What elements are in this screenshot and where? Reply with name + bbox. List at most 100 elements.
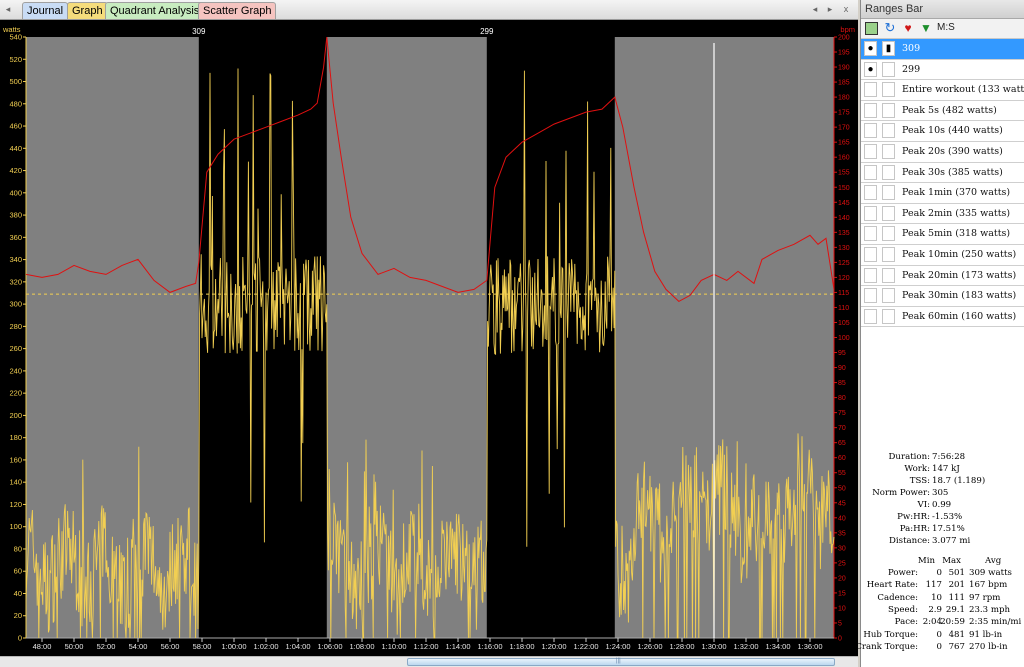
- visibility-eye-icon[interactable]: ●: [864, 61, 877, 77]
- visibility-eye-icon[interactable]: [864, 267, 877, 283]
- hr-tick-label: 125: [838, 260, 850, 267]
- close-tab-icon[interactable]: x: [840, 3, 852, 16]
- visibility-eye-icon[interactable]: [864, 226, 877, 242]
- range-row[interactable]: Peak 10s (440 watts): [861, 121, 1024, 142]
- power-tick-label: 300: [9, 300, 22, 309]
- hr-tick-label: 105: [838, 320, 850, 327]
- arrow-down-icon[interactable]: ▼: [919, 21, 933, 35]
- visibility-eye-icon[interactable]: [864, 205, 877, 221]
- hr-tick-label: 35: [838, 530, 846, 537]
- lock-icon[interactable]: [882, 205, 895, 221]
- metric-avg: 97 rpm: [969, 592, 1001, 603]
- range-row[interactable]: Peak 20min (173 watts): [861, 266, 1024, 287]
- time-tick-label: 54:00: [129, 642, 148, 651]
- metric-avg: 2:35 min/mi: [969, 617, 1022, 628]
- power-tick-label: 0: [18, 634, 22, 643]
- time-tick-label: 1:30:00: [701, 642, 726, 651]
- lock-icon[interactable]: [882, 308, 895, 324]
- hr-tick-label: 110: [838, 305, 849, 312]
- lock-icon[interactable]: [882, 185, 895, 201]
- lock-icon[interactable]: [882, 288, 895, 304]
- tab-journal[interactable]: Journal: [22, 2, 69, 19]
- range-label: Peak 30min (183 watts): [902, 290, 1017, 302]
- tab-graph[interactable]: Graph: [67, 2, 108, 19]
- refresh-icon[interactable]: ↻: [883, 21, 897, 35]
- hr-tick-label: 30: [838, 545, 846, 552]
- range-label: Peak 10s (440 watts): [902, 125, 1003, 137]
- range-row[interactable]: Peak 20s (390 watts): [861, 142, 1024, 163]
- metric-avg: 167 bpm: [969, 580, 1008, 591]
- visibility-eye-icon[interactable]: [864, 308, 877, 324]
- hr-tick-label: 130: [838, 245, 850, 252]
- graph-panel[interactable]: 309 299 watts 0 20 40 60 80 100 120 140 160 180 200 22…: [0, 20, 858, 656]
- lock-icon[interactable]: [882, 143, 895, 159]
- lock-icon[interactable]: [882, 61, 895, 77]
- range-row[interactable]: ● 299: [861, 60, 1024, 81]
- range-row[interactable]: ● ▮ 309: [861, 39, 1024, 60]
- visibility-eye-icon[interactable]: [864, 102, 877, 118]
- workout-chart[interactable]: 309 299watts02040608010012014016018020022…: [0, 20, 858, 656]
- lock-icon[interactable]: [882, 246, 895, 262]
- visibility-eye-icon[interactable]: [864, 123, 877, 139]
- range-row[interactable]: Peak 2min (335 watts): [861, 204, 1024, 225]
- range-row[interactable]: Peak 1min (370 watts): [861, 183, 1024, 204]
- power-tick-label: 180: [9, 433, 22, 442]
- ranges-bar: Ranges Bar ↻ ♥ ▼ M:S ● ▮ 309 ● 299 Entire wor…: [855, 0, 1024, 667]
- hr-tick-label: 120: [838, 275, 850, 282]
- lock-icon[interactable]: [882, 123, 895, 139]
- visibility-eye-icon[interactable]: ●: [864, 41, 877, 56]
- hr-tick-label: 90: [838, 365, 846, 372]
- visibility-eye-icon[interactable]: [864, 164, 877, 180]
- range-row[interactable]: Entire workout (133 watts): [861, 80, 1024, 101]
- lock-icon[interactable]: [882, 164, 895, 180]
- hr-tick-label: 160: [838, 155, 850, 162]
- hr-tick-label: 60: [838, 455, 846, 462]
- stats-column-header: Max: [942, 556, 961, 566]
- visibility-eye-icon[interactable]: [864, 143, 877, 159]
- tab-label: Journal: [27, 5, 64, 17]
- range-label: Peak 20min (173 watts): [902, 269, 1017, 281]
- visibility-eye-icon[interactable]: [864, 288, 877, 304]
- power-tick-label: 400: [9, 188, 22, 197]
- lock-icon[interactable]: ▮: [882, 41, 895, 56]
- horizontal-scrollbar[interactable]: |||: [0, 656, 858, 667]
- tab-quadrant-analysis[interactable]: Quadrant Analysis: [105, 2, 205, 19]
- range-label: 309: [192, 27, 206, 36]
- tab-prev-icon[interactable]: ◂: [809, 3, 821, 16]
- range-row[interactable]: Peak 30min (183 watts): [861, 286, 1024, 307]
- range-row[interactable]: Peak 30s (385 watts): [861, 163, 1024, 184]
- power-tick-label: 80: [14, 544, 22, 553]
- range-row[interactable]: Peak 60min (160 watts): [861, 307, 1024, 328]
- selected-range-band: [486, 37, 615, 638]
- metric-avg: 309 watts: [969, 568, 1012, 578]
- metric-min: 117: [925, 580, 942, 591]
- stats-column-header: Avg: [985, 556, 1002, 566]
- power-tick-label: 260: [9, 344, 22, 353]
- scrollbar-thumb[interactable]: [407, 658, 835, 666]
- visibility-eye-icon[interactable]: [864, 185, 877, 201]
- power-tick-label: 200: [9, 411, 22, 420]
- time-format-toggle[interactable]: M:S: [937, 22, 955, 33]
- heart-icon[interactable]: ♥: [901, 21, 915, 35]
- metric-max: 767: [948, 641, 965, 652]
- power-tick-label: 60: [14, 567, 22, 576]
- hr-tick-label: 5: [838, 620, 842, 627]
- range-row[interactable]: Peak 5s (482 watts): [861, 101, 1024, 122]
- range-row[interactable]: Peak 10min (250 watts): [861, 245, 1024, 266]
- lock-icon[interactable]: [882, 102, 895, 118]
- hr-tick-label: 40: [838, 515, 846, 522]
- power-tick-label: 420: [9, 166, 22, 175]
- visibility-eye-icon[interactable]: [864, 82, 877, 98]
- range-row[interactable]: Peak 5min (318 watts): [861, 224, 1024, 245]
- power-tick-label: 140: [9, 478, 22, 487]
- tab-scatter-graph[interactable]: Scatter Graph: [198, 2, 277, 19]
- graph-icon[interactable]: [865, 22, 878, 35]
- tab-next-icon[interactable]: ▸: [824, 3, 836, 16]
- lock-icon[interactable]: [882, 82, 895, 98]
- lock-icon[interactable]: [882, 267, 895, 283]
- range-label: Peak 5min (318 watts): [902, 228, 1011, 240]
- lock-icon[interactable]: [882, 226, 895, 242]
- tab-scroll-left-icon[interactable]: ◂: [2, 3, 14, 16]
- stat-label: Duration:: [888, 452, 930, 462]
- visibility-eye-icon[interactable]: [864, 246, 877, 262]
